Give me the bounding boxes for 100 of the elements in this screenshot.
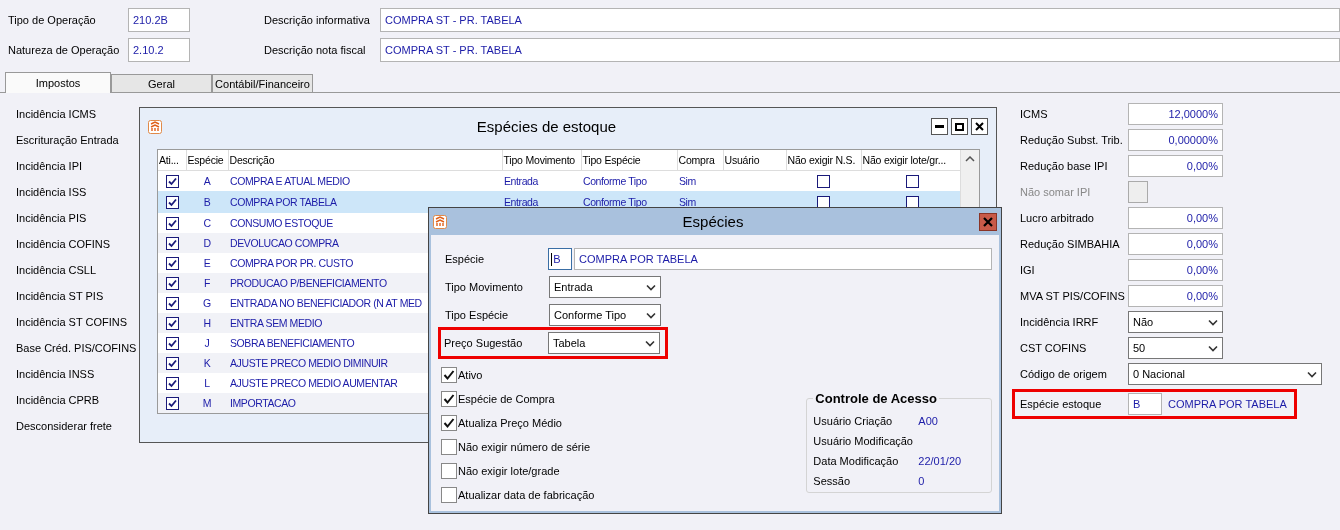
table-cell[interactable]: J (186, 333, 228, 353)
field-label: Incidência ST COFINS (16, 315, 128, 330)
table-cell[interactable]: B (186, 191, 228, 213)
table-cell: Sim (679, 175, 696, 187)
text-field[interactable]: COMPRA ST - PR. TABELA (380, 8, 1340, 32)
checkbox[interactable] (165, 256, 179, 270)
field-label: Incidência ST PIS (16, 289, 104, 304)
number-field[interactable]: 0,00% (1128, 259, 1223, 281)
checkbox[interactable] (165, 376, 179, 390)
number-field[interactable]: 0,00% (1128, 155, 1223, 177)
minimize-icon (935, 125, 944, 128)
column-header[interactable]: Compra (677, 150, 723, 171)
table-cell: CONSUMO ESTOQUE (230, 217, 333, 229)
table-cell[interactable]: K (186, 353, 228, 373)
table-cell: Conforme Tipo (583, 175, 647, 187)
column-header[interactable]: Usuário (723, 150, 786, 171)
text-field[interactable]: COMPRA ST - PR. TABELA (380, 38, 1340, 62)
code-field[interactable]: 2.10.2 (128, 38, 190, 62)
field-label: Lucro arbitrado (1020, 212, 1095, 224)
column-header[interactable]: Não exigir N.S. (786, 150, 861, 171)
checkbox[interactable] (165, 276, 179, 290)
dropdown[interactable]: 0 Nacional (1128, 363, 1322, 385)
scroll-up-icon[interactable] (964, 156, 975, 162)
number-field[interactable]: 0,00% (1128, 207, 1223, 229)
dropdown[interactable]: Entrada (549, 276, 661, 298)
checkbox[interactable] (441, 439, 457, 455)
column-header[interactable]: Não exigir lote/gr... (861, 150, 963, 171)
checkbox[interactable] (165, 396, 179, 410)
text-field[interactable]: COMPRA POR TABELA (574, 248, 992, 270)
table-cell[interactable]: D (186, 233, 228, 253)
table-cell[interactable]: H (186, 313, 228, 333)
dropdown[interactable]: Não (1128, 311, 1223, 333)
column-header[interactable]: Ati... (158, 150, 186, 171)
field-label: Preço Sugestão (444, 337, 524, 349)
field-label: Tipo Movimento (445, 281, 524, 293)
checkbox[interactable] (165, 316, 179, 330)
table-cell[interactable]: A (186, 170, 228, 191)
checkbox[interactable] (165, 216, 179, 230)
checkbox[interactable] (441, 487, 457, 503)
table-cell[interactable]: F (186, 273, 228, 293)
field-label: Incidência IPI (16, 159, 83, 174)
tab[interactable]: Contábil/Financeiro (212, 74, 313, 92)
dropdown[interactable]: Conforme Tipo (549, 304, 661, 326)
table-cell[interactable]: G (186, 293, 228, 313)
column-header[interactable]: Descrição (228, 150, 502, 171)
checkbox[interactable] (165, 236, 179, 250)
table-cell[interactable]: M (186, 393, 228, 413)
checkbox-label[interactable]: Espécie de Compra (458, 393, 555, 405)
close-button[interactable] (979, 212, 997, 231)
table-cell: Conforme Tipo (583, 196, 647, 208)
number-field[interactable]: 0,00% (1128, 233, 1223, 255)
checkbox[interactable] (165, 174, 179, 188)
checkbox[interactable] (817, 195, 830, 209)
tab[interactable]: Geral (111, 74, 212, 92)
code-field[interactable]: B (1128, 393, 1162, 415)
field-label: Descrição nota fiscal (264, 44, 367, 56)
checkbox-label[interactable]: Não exigir número de série (458, 441, 591, 453)
checkbox[interactable] (905, 195, 919, 209)
checkbox-label[interactable]: Atualiza Preço Médio (458, 417, 562, 429)
checkbox[interactable] (165, 296, 179, 310)
code-field[interactable]: 210.2B (128, 8, 190, 32)
field-label: Incidência ICMS (16, 107, 97, 122)
dropdown[interactable]: 50 (1128, 337, 1223, 359)
number-field[interactable]: 0,00% (1128, 285, 1223, 307)
code-field[interactable]: B (548, 248, 573, 270)
checkbox[interactable] (441, 415, 457, 431)
checkbox[interactable] (905, 174, 919, 188)
field-label: Data Modificação (813, 455, 900, 467)
minimize-button[interactable] (931, 118, 948, 135)
checkbox-label[interactable]: Não exigir lote/grade (458, 465, 560, 477)
checkbox[interactable] (441, 463, 457, 479)
column-header[interactable]: Tipo Espécie (581, 150, 677, 171)
field-label: Incidência INSS (16, 367, 95, 382)
table-cell[interactable]: E (186, 253, 228, 273)
app-icon (433, 214, 447, 229)
number-field[interactable]: 0,00000% (1128, 129, 1223, 151)
column-header[interactable]: Espécie (186, 150, 228, 171)
column-header[interactable]: Tipo Movimento (502, 150, 581, 171)
tab[interactable]: Impostos (5, 72, 111, 93)
number-field[interactable]: 12,0000% (1128, 103, 1223, 125)
field-label: Redução base IPI (1020, 160, 1109, 172)
checkbox[interactable] (165, 356, 179, 370)
chevron-down-icon (1208, 344, 1218, 352)
table-cell[interactable]: L (186, 373, 228, 393)
checkbox[interactable] (441, 367, 457, 383)
checkbox[interactable] (165, 195, 179, 209)
checkbox-label[interactable]: Ativo (458, 369, 483, 381)
dropdown[interactable]: Tabela (548, 332, 660, 354)
field-value: A00 (918, 415, 938, 427)
close-button[interactable] (971, 118, 988, 135)
checkbox[interactable] (165, 336, 179, 350)
checkbox[interactable] (817, 174, 830, 188)
table-cell: COMPRA POR PR. CUSTO (230, 257, 354, 269)
checkbox-label[interactable]: Atualizar data de fabricação (458, 489, 595, 501)
field-label: Incidência IRRF (1020, 316, 1100, 328)
table-cell: SOBRA BENEFICIAMENTO (230, 337, 355, 349)
table-cell: Entrada (504, 175, 538, 187)
table-cell[interactable]: C (186, 213, 228, 233)
maximize-button[interactable] (951, 118, 968, 135)
checkbox[interactable] (441, 391, 457, 407)
